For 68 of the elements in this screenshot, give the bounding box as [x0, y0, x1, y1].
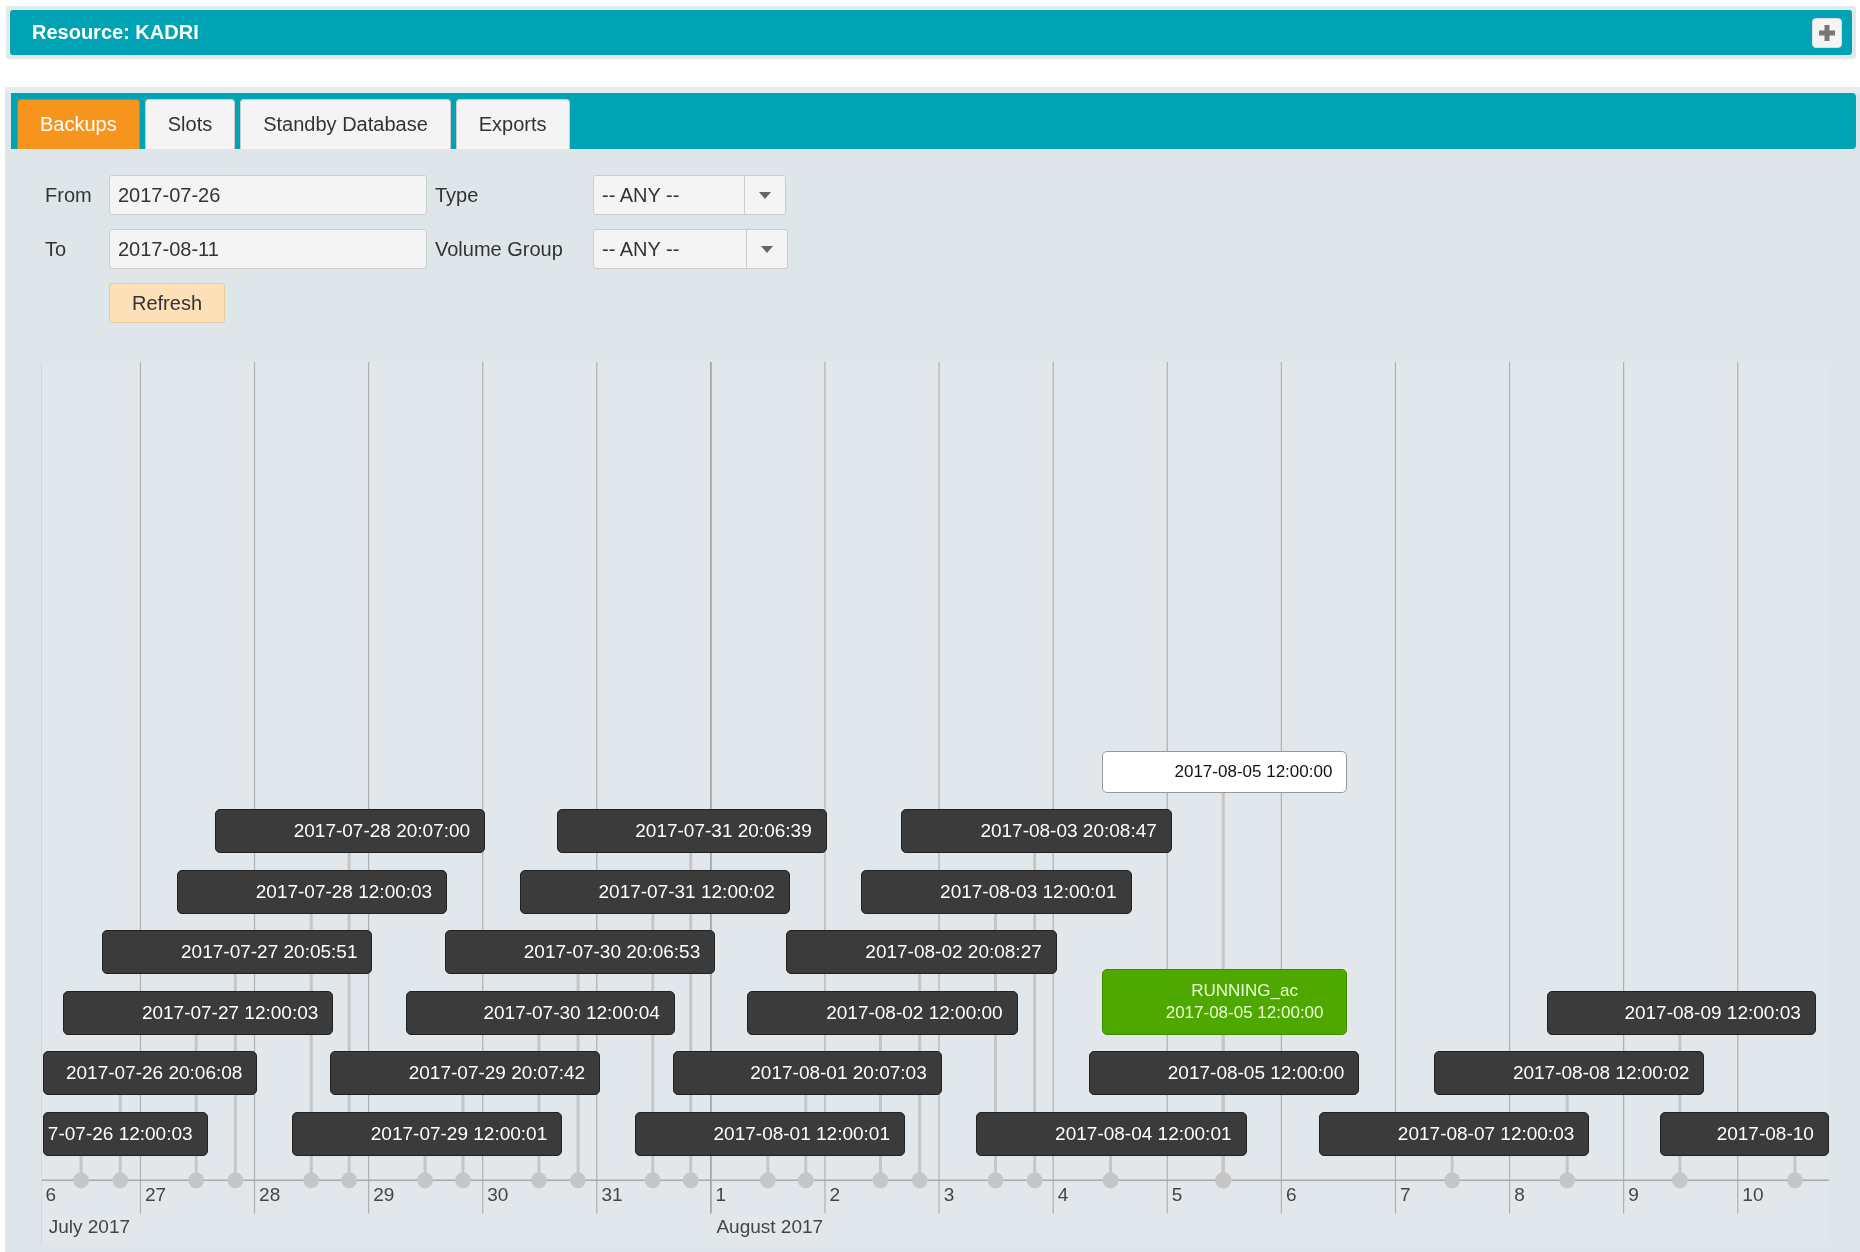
backup-event[interactable]: 2017-07-27 12:00:03: [62, 990, 334, 1035]
refresh-button[interactable]: Refresh: [109, 283, 226, 323]
day-label: 31: [601, 1184, 623, 1207]
backup-event[interactable]: 2017-07-30 20:06:53: [444, 930, 716, 975]
day-label: 2: [829, 1184, 841, 1207]
day-label: 29: [373, 1184, 395, 1207]
backup-event[interactable]: 2017-08-03 20:08:47: [901, 809, 1172, 854]
backup-event[interactable]: 7-07-26 12:00:03: [42, 1111, 208, 1156]
month-label: August 2017: [716, 1216, 824, 1239]
backup-event[interactable]: 2017-08-01 20:07:03: [672, 1051, 942, 1096]
day-label: 8: [1514, 1184, 1525, 1207]
backup-event[interactable]: 2017-08-07 12:00:03: [1318, 1111, 1590, 1156]
backup-event[interactable]: 2017-08-03 12:00:01: [861, 869, 1132, 914]
tab[interactable]: Standby Database: [240, 99, 451, 149]
backup-event[interactable]: 2017-08-05 12:00:00: [1088, 1051, 1360, 1096]
backup-event[interactable]: 2017-07-30 12:00:04: [405, 990, 675, 1035]
event-marker: [416, 1155, 433, 1189]
day-label: 9: [1628, 1184, 1639, 1207]
tab[interactable]: Slots: [144, 99, 236, 149]
backup-event[interactable]: 2017-08-09 12:00:03: [1546, 990, 1816, 1035]
backup-event[interactable]: 2017-08-01 12:00:01: [634, 1111, 905, 1156]
tab[interactable]: Exports: [455, 99, 570, 149]
day-label: 5: [1171, 1184, 1183, 1207]
plus-icon: [1818, 23, 1836, 42]
backup-event[interactable]: 2017-07-31 20:06:39: [557, 809, 827, 854]
event-marker: [759, 1155, 776, 1189]
volume-group-dropdown[interactable]: -- ANY --: [593, 229, 788, 269]
backup-event[interactable]: 2017-07-29 12:00:01: [291, 1111, 563, 1156]
event-time: 2017-08-05 12:00:00: [1165, 1001, 1324, 1024]
day-label: 1: [715, 1184, 727, 1207]
backup-event[interactable]: 2017-08-02 12:00:00: [747, 990, 1018, 1035]
backup-event[interactable]: 2017-07-28 20:07:00: [214, 809, 486, 854]
event-marker: [1102, 1155, 1119, 1189]
event-marker: [1786, 1155, 1803, 1189]
day-label: 3: [943, 1184, 955, 1207]
backup-event[interactable]: 2017-07-27 20:05:51: [102, 930, 373, 975]
day-label: 10: [1742, 1184, 1764, 1207]
day-label: 28: [259, 1184, 281, 1207]
event-marker: [1443, 1155, 1460, 1189]
expand-button[interactable]: [1812, 17, 1842, 48]
to-date-field[interactable]: 2017-08-11: [109, 229, 427, 269]
backup-event[interactable]: 2017-08-04 12:00:01: [976, 1111, 1247, 1156]
backup-event[interactable]: 2017-07-28 12:00:03: [176, 869, 448, 914]
day-label: 4: [1057, 1184, 1069, 1207]
scheduled-event[interactable]: 2017-08-05 12:00:00: [1101, 751, 1348, 793]
day-label: 30: [487, 1184, 509, 1207]
day-label: 7: [1400, 1184, 1411, 1207]
backup-event[interactable]: 2017-07-26 20:06:08: [42, 1051, 258, 1096]
from-date-field[interactable]: 2017-07-26: [109, 175, 427, 215]
field-label: Type: [435, 183, 480, 207]
day-label: 6: [1285, 1184, 1297, 1207]
field-label: To: [45, 237, 68, 261]
event-status: RUNNING_ac: [1191, 979, 1298, 1002]
backup-event[interactable]: 2017-07-29 20:07:42: [329, 1051, 601, 1096]
day-label: 27: [145, 1184, 167, 1207]
field-label: Volume Group: [435, 237, 564, 261]
caret-icon: [759, 191, 771, 199]
day-label: 6: [45, 1184, 57, 1207]
caret-icon: [761, 245, 773, 253]
field-label: From: [45, 183, 93, 207]
event-marker: [72, 1155, 89, 1189]
backup-event[interactable]: 2017-08-10: [1660, 1111, 1829, 1156]
backup-event[interactable]: 2017-08-02 20:08:27: [786, 930, 1057, 975]
panel-title: Resource: KADRI: [32, 21, 199, 44]
backup-event[interactable]: 2017-08-08 12:00:02: [1433, 1051, 1705, 1096]
month-label: July 2017: [48, 1216, 131, 1239]
type-dropdown[interactable]: -- ANY --: [593, 175, 786, 215]
backup-event[interactable]: 2017-07-31 12:00:02: [519, 869, 790, 914]
